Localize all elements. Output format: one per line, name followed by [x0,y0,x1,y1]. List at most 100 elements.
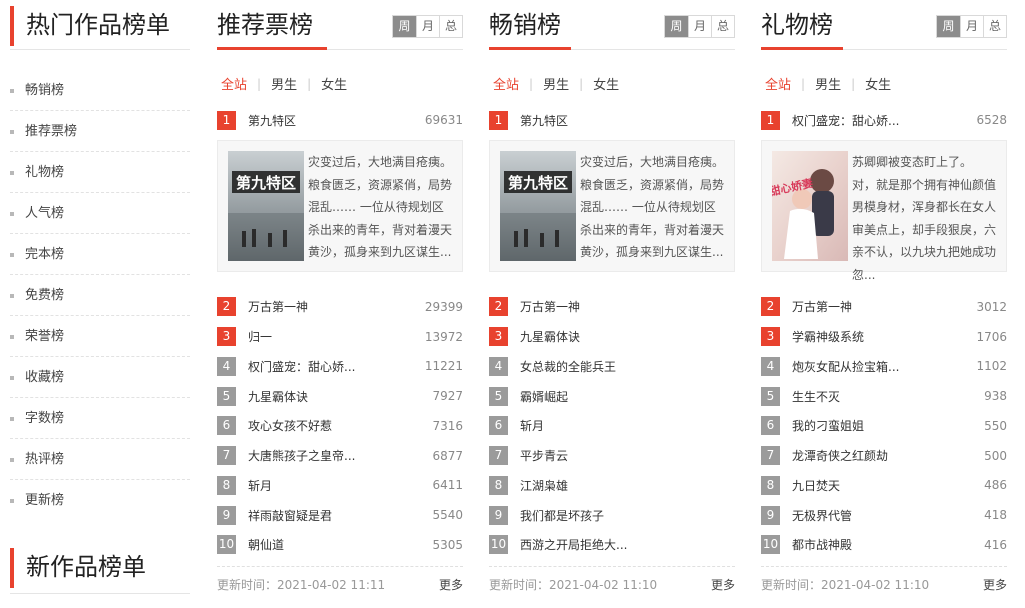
period-week-tab[interactable]: 周 [937,16,960,37]
sidebar-item-wordcount[interactable]: 字数榜 [10,398,190,439]
rank-row[interactable]: 8 斩月 6411 [217,471,463,501]
rank-row[interactable]: 3 学霸神级系统 1706 [761,322,1007,352]
rank-badge: 5 [761,386,780,406]
vote-count: 29399 [424,299,463,314]
rank-row[interactable]: 2 万古第一神 [489,292,735,322]
rank-row[interactable]: 10 朝仙道 5305 [217,530,463,560]
rank-row-first[interactable]: 1 权门盛宠：甜心娇... 6528 [761,110,1007,130]
rank-row[interactable]: 8 九日焚天 486 [761,471,1007,501]
rank-row[interactable]: 4 权门盛宠：甜心娇... 11221 [217,352,463,382]
rank-row[interactable]: 7 大唐熊孩子之皇帝... 6877 [217,441,463,471]
rank-row[interactable]: 5 九星霸体诀 7927 [217,381,463,411]
update-time: 更新时间：2021-04-02 11:11 [217,578,386,592]
sidebar-item-completed[interactable]: 完本榜 [10,234,190,275]
rank-row[interactable]: 6 我的刁蛮姐姐 550 [761,411,1007,441]
period-month-tab[interactable]: 月 [960,16,983,37]
period-total-tab[interactable]: 总 [711,16,734,37]
book-title: 江湖枭雄 [520,478,569,493]
period-total-tab[interactable]: 总 [983,16,1006,37]
book-title: 万古第一神 [520,300,581,315]
rank-row[interactable]: 4 女总裁的全能兵王 [489,352,735,382]
gift-count: 6528 [976,113,1007,127]
rank-row[interactable]: 10 都市战神殿 416 [761,530,1007,560]
sidebar-item-bestseller[interactable]: 畅销榜 [10,70,190,111]
rank-row[interactable]: 2 万古第一神 29399 [217,292,463,322]
rank-badge: 4 [217,356,236,376]
filter-male[interactable]: 男生 [271,74,297,93]
rank-badge: 2 [217,297,236,317]
sidebar-item-label: 完本榜 [25,247,65,262]
rank-row[interactable]: 5 生生不灭 938 [761,381,1007,411]
rank-list: 2 万古第一神 3 九星霸体诀 4 女总裁的全能兵王 5 霸婿崛起 6 斩月 7 平步青云 … [489,292,735,560]
sidebar-title-new: 新作品榜单 [10,548,146,588]
vote-count: 5305 [432,537,463,552]
featured-book[interactable]: 第九特区 灾变过后，大地满目疮痍。 粮食匮乏，资源紧俏，局势混乱…… 一位从待规… [217,140,463,272]
vote-count: 6877 [432,448,463,463]
sidebar-item-updates[interactable]: 更新榜 [10,480,190,521]
sidebar-item-popularity[interactable]: 人气榜 [10,193,190,234]
more-link[interactable]: 更多 [711,576,735,593]
sidebar-item-free[interactable]: 免费榜 [10,275,190,316]
rank-badge: 3 [489,327,508,347]
book-cover[interactable]: 甜心娇妻 [772,151,848,261]
filter-female[interactable]: 女生 [865,74,891,93]
rank-row[interactable]: 5 霸婿崛起 [489,381,735,411]
gift-count: 938 [984,389,1007,404]
rank-row[interactable]: 6 斩月 [489,411,735,441]
period-week-tab[interactable]: 周 [665,16,688,37]
vote-count: 7316 [432,418,463,433]
more-link[interactable]: 更多 [983,576,1007,593]
rank-row-first[interactable]: 1 第九特区 69631 [217,110,463,130]
rank-row-first[interactable]: 1 第九特区 [489,110,735,130]
rank-row[interactable]: 8 江湖枭雄 [489,471,735,501]
book-title: 第九特区 [248,113,297,128]
gift-count: 416 [984,537,1007,552]
bullet-icon [10,253,14,257]
filter-all[interactable]: 全站 [765,74,791,93]
book-title: 斩月 [520,419,545,434]
featured-book[interactable]: 甜心娇妻 苏卿卿被变态盯上了。 对，就是那个拥有神仙颜值男模身材，浑身都长在女人… [761,140,1007,282]
filter-all[interactable]: 全站 [221,74,247,93]
panel-title: 畅销榜 [489,11,561,39]
sidebar-item-favorites[interactable]: 收藏榜 [10,357,190,398]
gift-count: 486 [984,478,1007,493]
rank-row[interactable]: 6 攻心女孩不好惹 7316 [217,411,463,441]
filter-all[interactable]: 全站 [493,74,519,93]
book-title: 无极界代管 [792,508,853,523]
filter-male[interactable]: 男生 [815,74,841,93]
rank-row[interactable]: 4 炮灰女配从捡宝箱... 1102 [761,352,1007,382]
book-title: 万古第一神 [248,300,309,315]
filter-female[interactable]: 女生 [321,74,347,93]
rank-badge: 3 [217,327,236,347]
separator: | [529,76,534,91]
rank-row[interactable]: 7 平步青云 [489,441,735,471]
rank-row[interactable]: 3 九星霸体诀 [489,322,735,352]
filter-female[interactable]: 女生 [593,74,619,93]
rank-row[interactable]: 9 祥雨敲窗疑是君 5540 [217,500,463,530]
featured-book[interactable]: 第九特区 灾变过后，大地满目疮痍。 粮食匮乏，资源紧俏，局势混乱…… 一位从待规… [489,140,735,272]
rank-row[interactable]: 2 万古第一神 3012 [761,292,1007,322]
period-month-tab[interactable]: 月 [688,16,711,37]
book-cover[interactable]: 第九特区 [500,151,576,261]
rank-row[interactable]: 9 我们都是坏孩子 [489,500,735,530]
audience-filters: 全站 | 男生 | 女生 [765,74,891,94]
rank-row[interactable]: 7 龙潭奇侠之红颜劫 500 [761,441,1007,471]
sidebar-item-recommend[interactable]: 推荐票榜 [10,111,190,152]
period-week-tab[interactable]: 周 [393,16,416,37]
sidebar-item-gift[interactable]: 礼物榜 [10,152,190,193]
sidebar-item-honor[interactable]: 荣誉榜 [10,316,190,357]
rank-badge: 2 [761,297,780,317]
period-total-tab[interactable]: 总 [439,16,462,37]
book-title: 第九特区 [520,113,569,128]
vote-count: 7927 [432,389,463,404]
book-title: 权门盛宠：甜心娇... [792,113,900,128]
book-cover[interactable]: 第九特区 [228,151,304,261]
rank-badge: 3 [761,327,780,347]
period-month-tab[interactable]: 月 [416,16,439,37]
rank-row[interactable]: 10 西游之开局拒绝大... [489,530,735,560]
filter-male[interactable]: 男生 [543,74,569,93]
rank-row[interactable]: 3 归一 13972 [217,322,463,352]
sidebar-item-hot-comments[interactable]: 热评榜 [10,439,190,480]
more-link[interactable]: 更多 [439,576,463,593]
rank-row[interactable]: 9 无极界代管 418 [761,500,1007,530]
